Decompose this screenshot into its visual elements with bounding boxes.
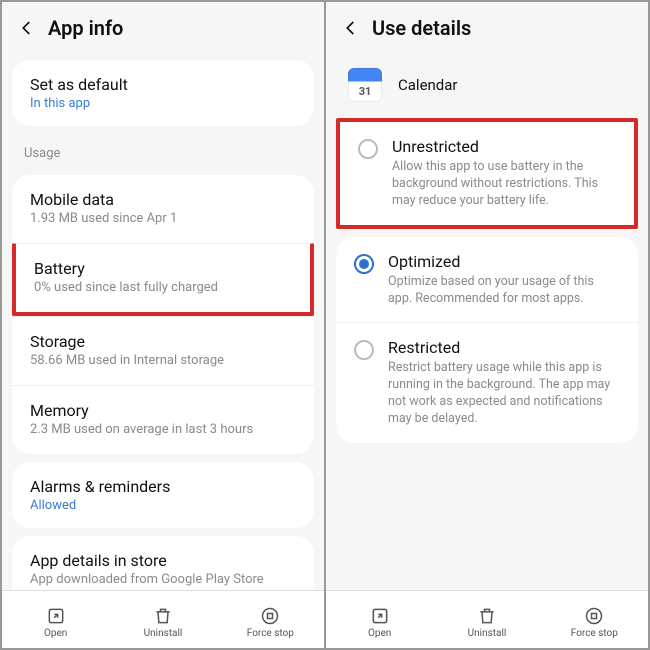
set-default-card[interactable]: Set as default In this app xyxy=(12,60,314,126)
optimized-row[interactable]: Optimized Optimize based on your usage o… xyxy=(336,237,638,323)
back-icon[interactable] xyxy=(16,17,38,39)
trash-icon xyxy=(153,606,173,626)
usage-card: Mobile data 1.93 MB used since Apr 1 Bat… xyxy=(12,175,314,454)
trash-icon xyxy=(477,606,497,626)
mobile-data-row[interactable]: Mobile data 1.93 MB used since Apr 1 xyxy=(12,175,314,243)
open-icon xyxy=(46,606,66,626)
nav-open[interactable]: Open xyxy=(326,591,433,648)
back-icon[interactable] xyxy=(340,17,362,39)
app-info-pane: App info Set as default In this app Usag… xyxy=(2,2,326,648)
memory-row[interactable]: Memory 2.3 MB used on average in last 3 … xyxy=(12,385,314,454)
bottom-nav: Open Uninstall Force stop xyxy=(326,590,648,648)
app-header: Calendar xyxy=(326,52,648,112)
options-card: Optimized Optimize based on your usage o… xyxy=(336,237,638,443)
radio-restricted[interactable] xyxy=(354,340,374,360)
unrestricted-card[interactable]: Unrestricted Allow this app to use batte… xyxy=(336,118,638,229)
stop-icon xyxy=(584,606,604,626)
nav-force-stop[interactable]: Force stop xyxy=(541,591,648,648)
storage-row[interactable]: Storage 58.66 MB used in Internal storag… xyxy=(12,316,314,385)
radio-optimized[interactable] xyxy=(354,254,374,274)
alarms-card[interactable]: Alarms & reminders Allowed xyxy=(12,462,314,528)
restricted-row[interactable]: Restricted Restrict battery usage while … xyxy=(336,322,638,443)
open-icon xyxy=(370,606,390,626)
calendar-icon xyxy=(348,68,382,102)
set-default-title: Set as default xyxy=(30,75,296,94)
stop-icon xyxy=(260,606,280,626)
header: Use details xyxy=(326,2,648,52)
app-name: Calendar xyxy=(398,76,458,94)
page-title: Use details xyxy=(372,16,471,40)
battery-row[interactable]: Battery 0% used since last fully charged xyxy=(12,243,314,316)
radio-unrestricted[interactable] xyxy=(358,139,378,159)
nav-force-stop[interactable]: Force stop xyxy=(217,591,324,648)
bottom-nav: Open Uninstall Force stop xyxy=(2,590,324,648)
use-details-pane: Use details Calendar Unrestricted Allow … xyxy=(326,2,648,648)
usage-section-label: Usage xyxy=(2,134,324,167)
nav-uninstall[interactable]: Uninstall xyxy=(433,591,540,648)
header: App info xyxy=(2,2,324,52)
set-default-sub: In this app xyxy=(30,96,296,111)
page-title: App info xyxy=(48,16,123,40)
nav-open[interactable]: Open xyxy=(2,591,109,648)
nav-uninstall[interactable]: Uninstall xyxy=(109,591,216,648)
